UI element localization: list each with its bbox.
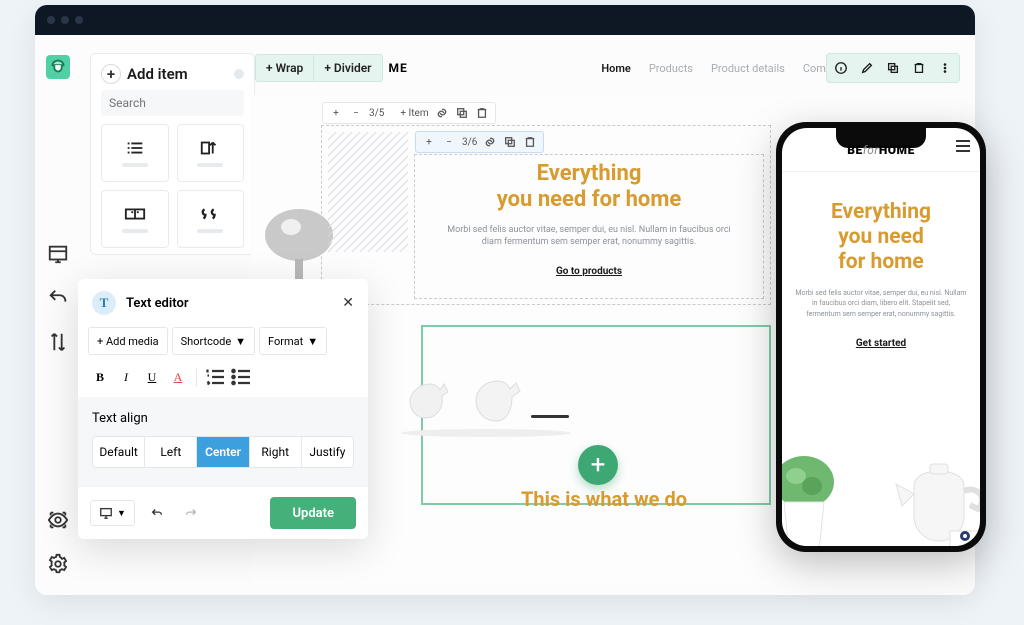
inner-selection[interactable]: + − 3/6 Everything you need for home Mor… (414, 154, 764, 299)
sel-link-icon[interactable] (483, 135, 497, 149)
add-section-button[interactable]: + (578, 445, 618, 485)
phone-title-3: for home (794, 250, 968, 275)
text-editor-title: Text editor (126, 296, 332, 311)
nav-product-details[interactable]: Product details (711, 62, 785, 75)
phone-preview: BEforHOME Everything you need for home M… (776, 122, 986, 552)
unordered-list-button[interactable] (229, 365, 253, 389)
sel-minus-icon[interactable]: − (349, 106, 363, 120)
nav-home[interactable]: Home (601, 62, 631, 75)
more-icon[interactable] (937, 60, 953, 76)
outer-selection[interactable]: + − 3/5 + Item + − 3/6 (321, 125, 771, 305)
brand-mid: for (863, 143, 879, 157)
sel-copy-icon[interactable] (455, 106, 469, 120)
edit-icon[interactable] (859, 60, 875, 76)
reorder-icon[interactable] (47, 331, 69, 353)
shortcode-dropdown[interactable]: Shortcode▼ (172, 327, 255, 355)
plus-icon: + (101, 64, 121, 84)
align-right[interactable]: Right (249, 437, 301, 467)
phone-title-2: you need (794, 225, 968, 250)
add-media-button[interactable]: + Add media (88, 327, 168, 355)
element-columns[interactable] (177, 124, 245, 182)
redo-button[interactable] (179, 501, 203, 525)
right-actions (826, 53, 960, 83)
update-button[interactable]: Update (270, 497, 356, 529)
brand-post: HOME (879, 143, 915, 157)
format-toolbar: B I U A (78, 361, 368, 397)
text-editor-logo: T (92, 291, 116, 315)
app-logo (46, 55, 70, 79)
sel-plus-icon[interactable]: + (422, 135, 436, 149)
undo-button[interactable] (145, 501, 169, 525)
layout-icon[interactable] (47, 243, 69, 265)
status-dot (234, 69, 244, 79)
info-icon[interactable] (833, 60, 849, 76)
traffic-dot (47, 16, 55, 24)
view-icon[interactable] (47, 509, 69, 531)
text-align-segmented: Default Left Center Right Justify (92, 436, 354, 468)
align-left[interactable]: Left (144, 437, 196, 467)
phone-cta[interactable]: Get started (856, 338, 906, 349)
hero-title-1: Everything (445, 161, 733, 187)
sel-trash-icon[interactable] (475, 106, 489, 120)
menu-icon[interactable] (956, 140, 970, 152)
settings-icon[interactable] (47, 553, 69, 575)
align-center[interactable]: Center (196, 437, 248, 467)
device-dropdown[interactable]: ▼ (90, 500, 135, 526)
traffic-dot (61, 16, 69, 24)
text-editor-panel: T Text editor ✕ + Add media Shortcode▼ F… (78, 279, 368, 539)
underline-button[interactable]: U (140, 365, 164, 389)
sel-trash-icon[interactable] (523, 135, 537, 149)
item-button[interactable]: + Item (400, 108, 428, 119)
phone-header: BEforHOME (782, 128, 980, 172)
add-item-panel: + Add item (90, 53, 255, 255)
element-quote[interactable] (177, 190, 245, 248)
bold-button[interactable]: B (88, 365, 112, 389)
hatch-placeholder (328, 132, 408, 252)
wrap-button[interactable]: + Wrap (255, 54, 314, 82)
element-list[interactable] (101, 124, 169, 182)
phone-title-1: Everything (794, 200, 968, 225)
left-rail (35, 35, 81, 595)
section-title: This is what we do (521, 487, 687, 511)
copy-icon[interactable] (885, 60, 901, 76)
close-icon[interactable]: ✕ (342, 295, 354, 311)
hero-title-2: you need for home (445, 187, 733, 213)
italic-button[interactable]: I (114, 365, 138, 389)
sel-plus-icon[interactable]: + (329, 106, 343, 120)
outer-sel-toolbar: + − 3/5 + Item (322, 102, 496, 124)
text-color-button[interactable]: A (166, 365, 190, 389)
align-justify[interactable]: Justify (301, 437, 353, 467)
site-brand-suffix: ME (389, 61, 408, 75)
sel-link-icon[interactable] (435, 106, 449, 120)
sel-copy-icon[interactable] (503, 135, 517, 149)
undo-icon[interactable] (47, 287, 69, 309)
trash-icon[interactable] (911, 60, 927, 76)
ordered-list-button[interactable] (203, 365, 227, 389)
plant-image (782, 442, 846, 546)
brand-pre: BE (847, 143, 862, 157)
traffic-dot (75, 16, 83, 24)
birds-image (401, 363, 571, 438)
sel-count: 3/5 (369, 108, 384, 119)
teapot-image (884, 436, 980, 546)
sel-count: 3/6 (462, 137, 477, 148)
align-default[interactable]: Default (93, 437, 144, 467)
add-item-header[interactable]: + Add item (101, 64, 244, 84)
phone-body: Morbi sed felis auctor vitae, semper dui… (794, 288, 968, 320)
sel-minus-icon[interactable]: − (442, 135, 456, 149)
add-item-label: Add item (127, 65, 188, 83)
divider-button[interactable]: + Divider (314, 54, 382, 82)
format-dropdown[interactable]: Format▼ (259, 327, 327, 355)
hero-link[interactable]: Go to products (556, 266, 622, 277)
hero-block: Everything you need for home Morbi sed f… (415, 155, 763, 292)
hero-body: Morbi sed felis auctor vitae, semper dui… (445, 224, 733, 249)
separator (196, 368, 197, 386)
element-textbox[interactable] (101, 190, 169, 248)
window-titlebar (35, 5, 975, 35)
inner-sel-toolbar: + − 3/6 (415, 131, 544, 153)
search-input[interactable] (101, 90, 244, 116)
nav-products[interactable]: Products (649, 62, 693, 75)
text-align-label: Text align (92, 411, 354, 426)
